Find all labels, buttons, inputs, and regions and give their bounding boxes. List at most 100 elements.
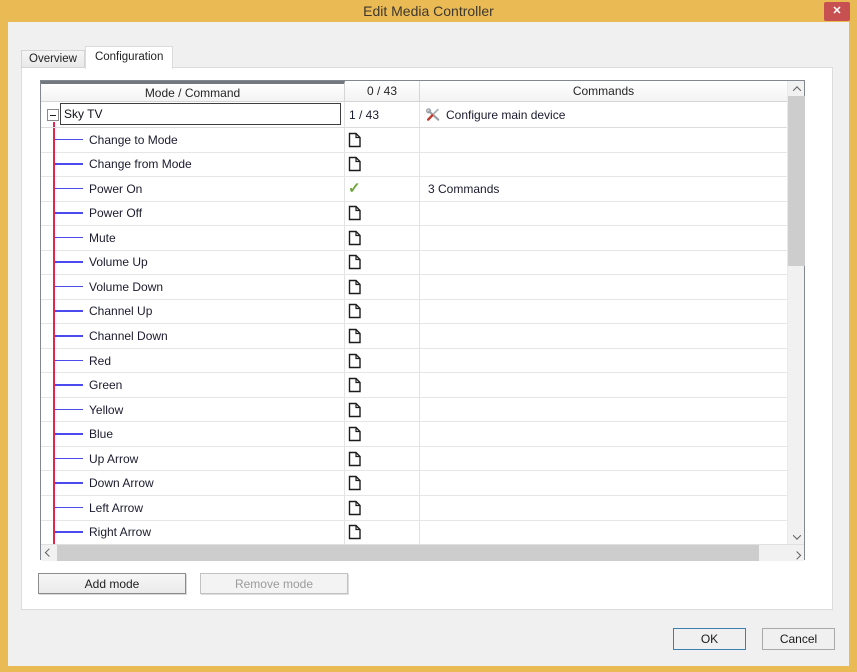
tab-overview[interactable]: Overview — [21, 50, 85, 68]
horizontal-scrollbar-thumb[interactable] — [57, 545, 759, 561]
command-name-cell[interactable]: Channel Down — [41, 324, 345, 348]
command-name-cell[interactable]: Channel Up — [41, 300, 345, 324]
command-status-cell[interactable]: ✓ — [345, 153, 420, 177]
command-commands-cell[interactable] — [420, 300, 787, 324]
command-commands-cell[interactable] — [420, 251, 787, 275]
command-status-cell[interactable]: ✓ — [345, 422, 420, 446]
command-commands-cell[interactable] — [420, 373, 787, 397]
command-name-cell[interactable]: Down Arrow — [41, 471, 345, 495]
close-icon: ✕ — [832, 6, 841, 17]
command-commands-cell[interactable] — [420, 202, 787, 226]
command-commands-cell[interactable] — [420, 349, 787, 373]
command-commands-cell[interactable] — [420, 521, 787, 545]
mode-command-row[interactable]: Change from Mode ✓ — [41, 153, 787, 178]
command-status-cell[interactable]: ✓ — [345, 496, 420, 520]
mode-command-row[interactable]: Power On ✓ 3 Commands — [41, 177, 787, 202]
chevron-right-icon — [792, 551, 800, 559]
mode-command-row[interactable]: Channel Up ✓ — [41, 300, 787, 325]
command-commands-cell[interactable] — [420, 275, 787, 299]
command-name-cell[interactable]: Red — [41, 349, 345, 373]
mode-command-row[interactable]: Down Arrow ✓ — [41, 471, 787, 496]
command-status-cell[interactable]: ✓ — [345, 324, 420, 348]
command-name-cell[interactable]: Change from Mode — [41, 153, 345, 177]
command-status-cell[interactable]: ✓ — [345, 202, 420, 226]
command-status-cell[interactable]: ✓ — [345, 398, 420, 422]
command-commands-cell[interactable] — [420, 422, 787, 446]
command-name-cell[interactable]: Volume Up — [41, 251, 345, 275]
command-status-cell[interactable]: ✓ — [345, 275, 420, 299]
mode-command-row[interactable]: Blue ✓ — [41, 422, 787, 447]
command-status-cell[interactable]: ✓ — [345, 128, 420, 152]
command-commands-cell[interactable] — [420, 471, 787, 495]
mode-command-row[interactable]: Right Arrow ✓ — [41, 521, 787, 545]
command-name-cell[interactable]: Change to Mode — [41, 128, 345, 152]
command-name-cell[interactable]: Mute — [41, 226, 345, 250]
command-commands-cell[interactable] — [420, 128, 787, 152]
command-status-cell[interactable]: ✓ — [345, 447, 420, 471]
mode-command-row[interactable]: Left Arrow ✓ — [41, 496, 787, 521]
mode-name-input[interactable] — [60, 103, 341, 125]
mode-command-row[interactable]: Change to Mode ✓ — [41, 128, 787, 153]
tree-connector — [54, 433, 83, 435]
command-status-cell[interactable]: ✓ — [345, 226, 420, 250]
command-status-cell[interactable]: ✓ — [345, 177, 420, 201]
vertical-scrollbar-thumb[interactable] — [788, 96, 805, 266]
document-icon — [348, 156, 361, 172]
scroll-down-button[interactable] — [788, 529, 805, 544]
command-commands-cell[interactable] — [420, 398, 787, 422]
column-header-mode-command[interactable]: Mode / Command — [41, 81, 345, 102]
document-icon — [348, 377, 361, 393]
command-commands-cell[interactable] — [420, 496, 787, 520]
command-status-cell[interactable]: ✓ — [345, 251, 420, 275]
command-commands-cell[interactable] — [420, 153, 787, 177]
mode-command-row[interactable]: Channel Down ✓ — [41, 324, 787, 349]
tree-connector — [54, 237, 83, 239]
column-header-commands[interactable]: Commands — [420, 81, 787, 102]
table-body: Change to Mode ✓ Change from Mode ✓ — [41, 128, 787, 544]
command-name-cell[interactable]: Power Off — [41, 202, 345, 226]
mode-command-row[interactable]: Yellow ✓ — [41, 398, 787, 423]
scroll-right-button[interactable] — [789, 545, 804, 562]
command-status-cell[interactable]: ✓ — [345, 373, 420, 397]
command-status-cell[interactable]: ✓ — [345, 521, 420, 545]
command-commands-cell[interactable] — [420, 226, 787, 250]
remove-mode-button[interactable]: Remove mode — [200, 573, 348, 594]
mode-command-row[interactable]: Volume Down ✓ — [41, 275, 787, 300]
command-name-cell[interactable]: Green — [41, 373, 345, 397]
command-commands-cell[interactable] — [420, 324, 787, 348]
scroll-up-button[interactable] — [788, 81, 805, 96]
command-commands-cell[interactable] — [420, 447, 787, 471]
mode-commands-cell[interactable]: Configure main device — [420, 102, 787, 127]
horizontal-scrollbar[interactable] — [41, 544, 804, 561]
mode-command-row[interactable]: Up Arrow ✓ — [41, 447, 787, 472]
command-name-cell[interactable]: Yellow — [41, 398, 345, 422]
command-commands-cell[interactable]: 3 Commands — [420, 177, 787, 201]
vertical-scrollbar[interactable] — [787, 81, 804, 544]
document-icon — [348, 402, 361, 418]
add-mode-button[interactable]: Add mode — [38, 573, 186, 594]
command-name-cell[interactable]: Right Arrow — [41, 521, 345, 545]
close-button[interactable]: ✕ — [824, 2, 850, 21]
document-icon — [348, 426, 361, 442]
mode-command-row[interactable]: Red ✓ — [41, 349, 787, 374]
command-name-cell[interactable]: Power On — [41, 177, 345, 201]
mode-command-row[interactable]: Mute ✓ — [41, 226, 787, 251]
command-status-cell[interactable]: ✓ — [345, 349, 420, 373]
mode-command-row[interactable]: Volume Up ✓ — [41, 251, 787, 276]
collapse-toggle-icon[interactable] — [47, 109, 59, 121]
command-status-cell[interactable]: ✓ — [345, 300, 420, 324]
titlebar[interactable]: Edit Media Controller ✕ — [0, 0, 857, 22]
cancel-button[interactable]: Cancel — [762, 628, 835, 650]
tree-connector — [54, 531, 83, 533]
column-header-progress[interactable]: 0 / 43 — [345, 81, 420, 102]
command-name-cell[interactable]: Volume Down — [41, 275, 345, 299]
ok-button[interactable]: OK — [673, 628, 746, 650]
mode-command-row[interactable]: Green ✓ — [41, 373, 787, 398]
command-status-cell[interactable]: ✓ — [345, 471, 420, 495]
scroll-left-button[interactable] — [41, 545, 56, 562]
mode-command-row[interactable]: Power Off ✓ — [41, 202, 787, 227]
command-name-cell[interactable]: Left Arrow — [41, 496, 345, 520]
command-name-cell[interactable]: Blue — [41, 422, 345, 446]
tab-configuration[interactable]: Configuration — [85, 46, 173, 69]
command-name-cell[interactable]: Up Arrow — [41, 447, 345, 471]
